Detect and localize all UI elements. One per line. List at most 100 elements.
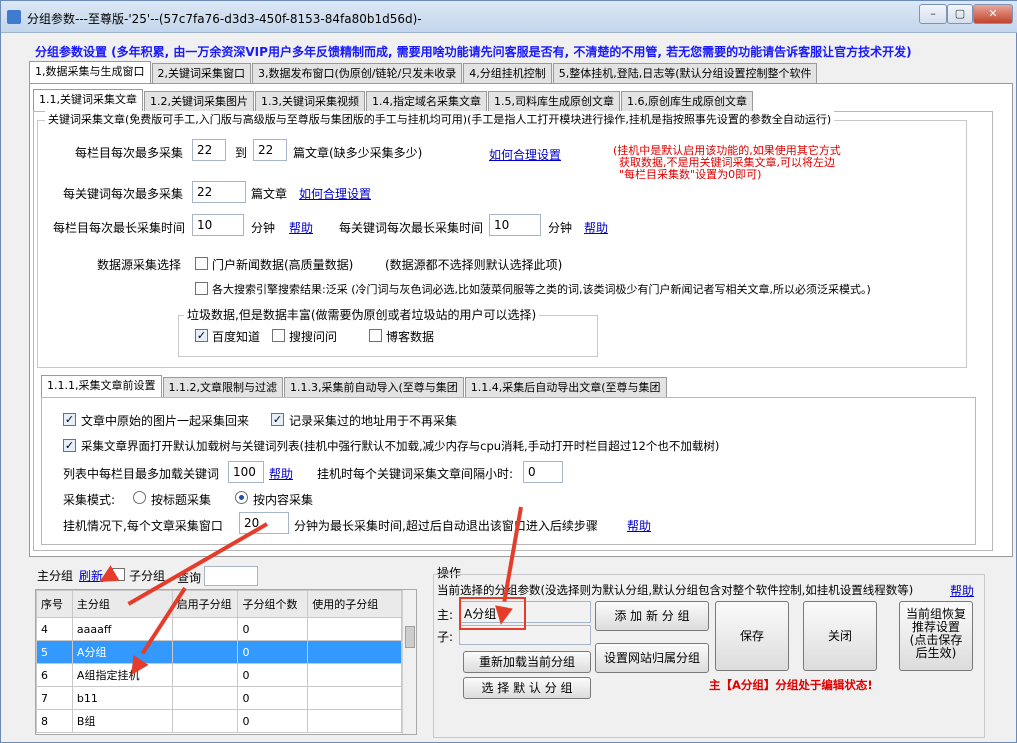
- soso-wenwen-checkbox[interactable]: [272, 329, 285, 342]
- row-no: 5: [36, 640, 73, 664]
- tab-keyword-video[interactable]: 1.3,关键词采集视频: [255, 91, 365, 111]
- table-row[interactable]: 7 b11 0: [36, 686, 402, 710]
- tab-keyword-article[interactable]: 1.1,关键词采集文章: [33, 89, 143, 111]
- tab-data-collection[interactable]: 1,数据采集与生成窗口: [29, 61, 151, 83]
- window-title: 分组参数---至尊版-'25'--(57c7fa76-d3d3-450f-815…: [27, 12, 422, 26]
- section1-legend: 关键词采集文章(免费版可手工,入门版与高级版与至尊版与集团版的手工与挂机均可用)…: [45, 111, 835, 127]
- tab-original-library[interactable]: 1.6,原创库生成原创文章: [621, 91, 753, 111]
- maximize-icon[interactable]: ▢: [947, 4, 973, 24]
- select-default-button[interactable]: 选 择 默 认 分 组: [463, 677, 591, 699]
- row-name: A分组: [71, 640, 173, 664]
- per-keyword-unit: 篇文章: [251, 187, 288, 201]
- mode-content-label: 按内容采集: [253, 493, 314, 507]
- max-keywords-label: 列表中每栏目最多加载关键词: [63, 467, 220, 481]
- how-to-set-link-2[interactable]: 如何合理设置: [299, 185, 371, 202]
- row-count: 0: [237, 617, 309, 641]
- sub-tabs: 1.1,关键词采集文章 1.2,关键词采集图片 1.3,关键词采集视频 1.4,…: [33, 89, 754, 111]
- mode-title-label: 按标题采集: [151, 493, 212, 507]
- interval-input[interactable]: 0: [523, 461, 563, 483]
- record-urls-label: 记录采集过的地址用于不再采集: [289, 414, 458, 428]
- minute-label-2: 分钟: [548, 221, 573, 235]
- col-no[interactable]: 序号: [36, 590, 73, 618]
- help-link-2[interactable]: 帮助: [584, 219, 608, 236]
- mode-content-radio[interactable]: [235, 491, 248, 504]
- tab-keyword-collection[interactable]: 2,关键词采集窗口: [151, 63, 251, 83]
- search-engine-label: 各大搜索引擎搜索结果:泛采 (冷门词与灰色词必选,比如菠菜伺服等之类的词,该类词…: [212, 283, 871, 296]
- portal-news-checkbox[interactable]: [195, 257, 208, 270]
- junk-data-legend: 垃圾数据,但是数据丰富(做需要伪原创或者垃圾站的用户可以选择): [184, 306, 540, 323]
- per-column-max-input[interactable]: 22: [253, 139, 287, 161]
- max-keywords-input[interactable]: 100: [228, 461, 264, 483]
- minimize-icon[interactable]: –: [919, 4, 947, 24]
- mode-title-radio[interactable]: [133, 491, 146, 504]
- close-icon[interactable]: ✕: [973, 4, 1013, 24]
- baidu-zhidao-label: 百度知道: [212, 330, 261, 344]
- tab-data-publish[interactable]: 3,数据发布窗口(伪原创/链轮/只发未收录: [252, 63, 463, 83]
- timeout-label: 挂机情况下,每个文章采集窗口: [63, 519, 223, 533]
- per-keyword-label: 每关键词每次最多采集: [63, 187, 184, 201]
- row-no: 4: [36, 617, 73, 641]
- blog-data-checkbox[interactable]: [369, 329, 382, 342]
- minute-label-1: 分钟: [251, 221, 276, 235]
- sub-group-label: 子分组: [129, 569, 166, 583]
- how-to-set-link-1[interactable]: 如何合理设置: [489, 146, 561, 163]
- keyword-time-input[interactable]: 10: [489, 214, 541, 236]
- main-field-label: 主:: [437, 608, 454, 622]
- help-link-3[interactable]: 帮助: [269, 465, 293, 482]
- col-main-group[interactable]: 主分组: [71, 590, 173, 618]
- tab-group-control[interactable]: 4,分组挂机控制: [463, 63, 552, 83]
- tab-overall[interactable]: 5,整体挂机,登陆,日志等(默认分组设置控制整个软件: [552, 63, 818, 83]
- column-time-label: 每栏目每次最长采集时间: [53, 221, 186, 235]
- add-group-button[interactable]: 添 加 新 分 组: [595, 601, 709, 631]
- group-params-window: 分组参数---至尊版-'25'--(57c7fa76-d3d3-450f-815…: [0, 0, 1017, 743]
- col-used-sub[interactable]: 使用的子分组: [307, 590, 402, 618]
- per-keyword-input[interactable]: 22: [192, 181, 246, 203]
- ops-help-link[interactable]: 帮助: [950, 582, 974, 599]
- search-engine-checkbox[interactable]: [195, 282, 208, 295]
- group-table-container: 序号 主分组 启用子分组 子分组个数 使用的子分组 4 aaaaff 0 5 A…: [35, 589, 417, 735]
- row-no: 8: [36, 709, 73, 733]
- soso-wenwen-label: 搜搜问问: [289, 330, 338, 344]
- help-link-1[interactable]: 帮助: [289, 219, 313, 236]
- per-column-min-input[interactable]: 22: [192, 139, 226, 161]
- save-button[interactable]: 保存: [715, 601, 789, 671]
- mode-label: 采集模式:: [63, 493, 116, 507]
- row-count: 0: [237, 663, 309, 687]
- tab-auto-export[interactable]: 1.1.4,采集后自动导出文章(至尊与集团: [464, 377, 667, 397]
- to-label: 到: [235, 146, 248, 160]
- table-row[interactable]: 6 A组指定挂机 0: [36, 663, 402, 687]
- query-input[interactable]: [204, 566, 258, 586]
- scrollbar-thumb[interactable]: [405, 626, 415, 648]
- timeout-unit: 分钟为最长采集时间,超过后自动退出该窗口进入后续步骤: [294, 519, 598, 533]
- col-sub-count[interactable]: 子分组个数: [237, 590, 309, 618]
- row-count: 0: [237, 709, 309, 733]
- tab-article-filter[interactable]: 1.1.2,文章限制与过滤: [162, 377, 283, 397]
- tab-material-original[interactable]: 1.5,司料库生成原创文章: [488, 91, 620, 111]
- keyword-time-label: 每关键词每次最长采集时间: [339, 221, 484, 235]
- table-row[interactable]: 4 aaaaff 0: [36, 617, 402, 641]
- note-red-3: "每栏目采集数"设置为0即可): [619, 168, 762, 181]
- tab-domain-article[interactable]: 1.4,指定域名采集文章: [366, 91, 487, 111]
- collect-images-checkbox[interactable]: ✓: [63, 413, 76, 426]
- baidu-zhidao-checkbox[interactable]: ✓: [195, 329, 208, 342]
- record-urls-checkbox[interactable]: ✓: [271, 413, 284, 426]
- table-row[interactable]: 8 B组 0: [36, 709, 402, 733]
- load-tree-label: 采集文章界面打开默认加载树与关键词列表(挂机中强行默认不加载,减少内存与cpu消…: [81, 439, 720, 453]
- close-button[interactable]: 关闭: [803, 601, 877, 671]
- table-scrollbar[interactable]: [402, 590, 416, 734]
- tab-keyword-image[interactable]: 1.2,关键词采集图片: [144, 91, 254, 111]
- restore-recommended-button[interactable]: 当前组恢复推荐设置(点击保存后生效): [899, 601, 973, 671]
- source-label: 数据源采集选择: [97, 258, 182, 272]
- tab-before-collection[interactable]: 1.1.1,采集文章前设置: [41, 375, 162, 397]
- table-row-selected[interactable]: 5 A分组 0: [36, 640, 402, 664]
- site-group-button[interactable]: 设置网站归属分组: [595, 643, 709, 673]
- load-tree-checkbox[interactable]: ✓: [63, 439, 76, 452]
- tab-auto-import[interactable]: 1.1.3,采集前自动导入(至尊与集团: [284, 377, 464, 397]
- per-column-max-label: 每栏目每次最多采集: [75, 146, 184, 160]
- title-bar: 分组参数---至尊版-'25'--(57c7fa76-d3d3-450f-815…: [1, 1, 1017, 33]
- reload-group-button[interactable]: 重新加载当前分组: [463, 651, 591, 673]
- row-name: B组: [71, 709, 173, 733]
- help-link-4[interactable]: 帮助: [627, 517, 651, 534]
- edit-status-text: 主【A分组】分组处于编辑状态!: [709, 678, 873, 692]
- column-time-input[interactable]: 10: [192, 214, 244, 236]
